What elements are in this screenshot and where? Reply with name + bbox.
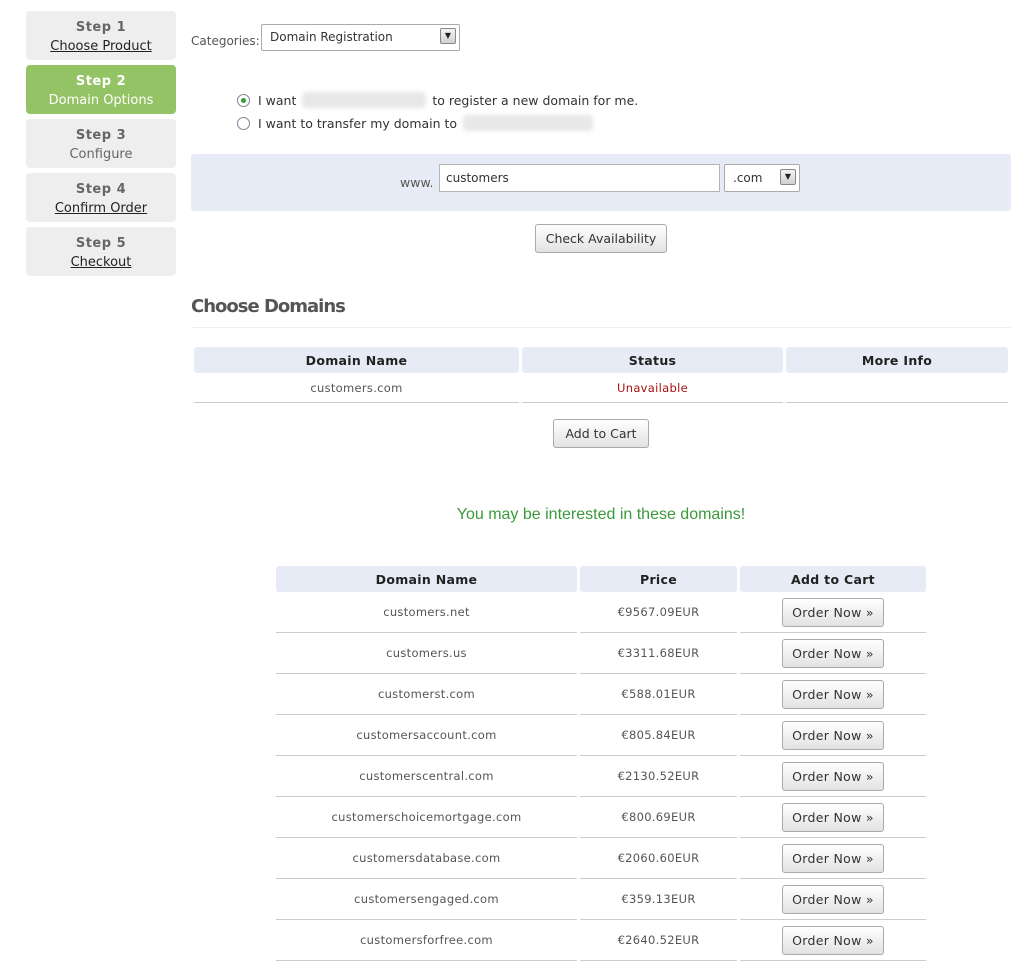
order-cell: Order Now »	[740, 592, 926, 633]
order-now-button[interactable]: Order Now »	[782, 679, 884, 709]
table-row: customersaccount.com €805.84EUR Order No…	[276, 715, 926, 756]
tld-select[interactable]: .com ▼	[724, 164, 800, 192]
order-steps: Step 1 Choose Product Step 2 Domain Opti…	[26, 11, 176, 281]
domain-input[interactable]	[439, 164, 720, 192]
register-suffix: to register a new domain for me.	[432, 93, 639, 108]
choose-domains-title: Choose Domains	[191, 296, 346, 317]
order-cell: Order Now »	[740, 838, 926, 879]
register-prefix: I want	[258, 93, 297, 108]
table-row: customers.net €9567.09EUR Order Now »	[276, 592, 926, 633]
column-header-price: Price	[580, 566, 737, 592]
step-label-domain-options: Domain Options	[48, 93, 154, 108]
tld-selected-value: .com	[733, 171, 763, 185]
transfer-option[interactable]: I want to transfer my domain to	[237, 115, 595, 131]
step-number: Step 4	[75, 182, 127, 197]
blurred-company-name	[302, 92, 427, 108]
suggested-domain: customerst.com	[276, 674, 577, 715]
domain-price: €3311.68EUR	[580, 633, 737, 674]
table-row: customersforfree.com €2640.52EUR Order N…	[276, 920, 926, 961]
step-4[interactable]: Step 4 Confirm Order	[26, 173, 176, 222]
register-option[interactable]: I want to register a new domain for me.	[237, 92, 638, 108]
column-header-more-info: More Info	[786, 347, 1008, 373]
order-cell: Order Now »	[740, 920, 926, 961]
column-header-status: Status	[522, 347, 783, 373]
categories-selected-value: Domain Registration	[270, 30, 393, 44]
blurred-company-name	[463, 115, 594, 131]
step-3: Step 3 Configure	[26, 119, 176, 168]
suggestions-title: You may be interested in these domains!	[456, 506, 746, 523]
domain-price: €588.01EUR	[580, 674, 737, 715]
transfer-radio[interactable]	[237, 117, 250, 130]
suggested-domain: customersaccount.com	[276, 715, 577, 756]
order-now-button[interactable]: Order Now »	[782, 884, 884, 914]
order-now-button[interactable]: Order Now »	[782, 925, 884, 955]
chevron-down-icon[interactable]: ▼	[780, 169, 796, 185]
check-availability-button[interactable]: Check Availability	[535, 224, 667, 253]
step-5[interactable]: Step 5 Checkout	[26, 227, 176, 276]
order-now-button[interactable]: Order Now »	[782, 720, 884, 750]
suggested-domain: customerschoicemortgage.com	[276, 797, 577, 838]
table-row: customerschoicemortgage.com €800.69EUR O…	[276, 797, 926, 838]
step-1[interactable]: Step 1 Choose Product	[26, 11, 176, 60]
step-number: Step 1	[75, 20, 127, 35]
order-now-button[interactable]: Order Now »	[782, 843, 884, 873]
register-radio[interactable]	[237, 94, 250, 107]
step-2-current: Step 2 Domain Options	[26, 65, 176, 114]
suggested-domain: customers.us	[276, 633, 577, 674]
add-to-cart-button[interactable]: Add to Cart	[553, 419, 649, 448]
domain-price: €805.84EUR	[580, 715, 737, 756]
step-link-confirm-order[interactable]: Confirm Order	[26, 199, 176, 218]
categories-select[interactable]: Domain Registration ▼	[261, 24, 460, 51]
availability-results-table: Domain Name Status More Info customers.c…	[191, 347, 1011, 403]
column-header-add-to-cart: Add to Cart	[740, 566, 926, 592]
table-row: customerscentral.com €2130.52EUR Order N…	[276, 756, 926, 797]
order-cell: Order Now »	[740, 633, 926, 674]
order-now-button[interactable]: Order Now »	[782, 761, 884, 791]
more-info-cell	[786, 373, 1008, 403]
order-cell: Order Now »	[740, 674, 926, 715]
step-number: Step 2	[75, 74, 127, 89]
section-divider	[191, 327, 1011, 328]
chevron-down-icon[interactable]: ▼	[440, 28, 456, 44]
suggested-domain: customers.net	[276, 592, 577, 633]
domain-price: €359.13EUR	[580, 879, 737, 920]
suggested-domains-table: Domain Name Price Add to Cart customers.…	[273, 566, 929, 961]
table-row: customers.com Unavailable	[194, 373, 1008, 403]
step-number: Step 3	[75, 128, 127, 143]
column-header-domain-name: Domain Name	[276, 566, 577, 592]
table-row: customersengaged.com €359.13EUR Order No…	[276, 879, 926, 920]
step-label-configure: Configure	[69, 147, 133, 162]
table-row: customerst.com €588.01EUR Order Now »	[276, 674, 926, 715]
order-cell: Order Now »	[740, 756, 926, 797]
domain-search-bar: www. .com ▼	[191, 154, 1011, 211]
order-now-button[interactable]: Order Now »	[782, 597, 884, 627]
suggested-domain: customersforfree.com	[276, 920, 577, 961]
domain-price: €800.69EUR	[580, 797, 737, 838]
categories-label: Categories:	[191, 34, 260, 48]
step-link-checkout[interactable]: Checkout	[26, 253, 176, 272]
step-number: Step 5	[75, 236, 127, 251]
domain-price: €2130.52EUR	[580, 756, 737, 797]
transfer-text: I want to transfer my domain to	[258, 116, 458, 131]
order-now-button[interactable]: Order Now »	[782, 638, 884, 668]
table-row: customersdatabase.com €2060.60EUR Order …	[276, 838, 926, 879]
domain-price: €2640.52EUR	[580, 920, 737, 961]
suggested-domain: customerscentral.com	[276, 756, 577, 797]
table-row: customers.us €3311.68EUR Order Now »	[276, 633, 926, 674]
suggested-domain: customersengaged.com	[276, 879, 577, 920]
result-domain: customers.com	[194, 373, 519, 403]
step-link-choose-product[interactable]: Choose Product	[26, 37, 176, 56]
order-cell: Order Now »	[740, 715, 926, 756]
order-cell: Order Now »	[740, 879, 926, 920]
www-prefix: www.	[400, 175, 434, 190]
order-cell: Order Now »	[740, 797, 926, 838]
column-header-domain-name: Domain Name	[194, 347, 519, 373]
status-badge: Unavailable	[522, 373, 783, 403]
domain-price: €2060.60EUR	[580, 838, 737, 879]
order-now-button[interactable]: Order Now »	[782, 802, 884, 832]
domain-price: €9567.09EUR	[580, 592, 737, 633]
suggested-domain: customersdatabase.com	[276, 838, 577, 879]
